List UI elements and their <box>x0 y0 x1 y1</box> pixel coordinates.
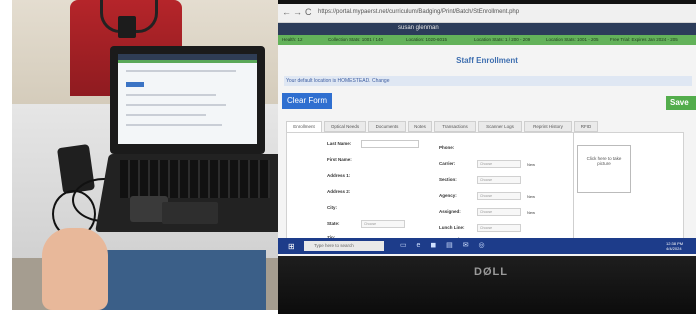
first-name-label: First Name: <box>327 157 352 162</box>
windows-taskbar: ⊞ Type here to search ▭ e ◼ ▤ ✉ ◎ 12:38 … <box>278 238 696 254</box>
status-item: Collection Stats: 1001 / 140 <box>328 37 384 42</box>
take-picture-text: Click here to take picture <box>586 156 622 166</box>
agency-new-link[interactable]: New <box>527 194 535 199</box>
status-item: Location Stats: 1001 - 205 <box>546 37 599 42</box>
photo-collage: ← → C https://portal.mypaerst.net/curric… <box>0 0 696 314</box>
status-item: Location: 1020-6015 <box>406 37 448 42</box>
carrier-label: Carrier: <box>439 161 456 166</box>
tab-reprint-history[interactable]: Reprint History <box>524 121 572 132</box>
tab-optical-needs[interactable]: Optical Needs <box>324 121 366 132</box>
classroom-photo <box>12 0 278 310</box>
windows-start-icon[interactable]: ⊞ <box>288 242 295 251</box>
address1-label: Address 1: <box>327 173 351 178</box>
last-name-label: Last Name: <box>327 141 352 146</box>
taskbar-clock[interactable]: 12:38 PM 4/4/2024 <box>666 241 683 251</box>
page-title: Staff Enrollment <box>456 56 518 65</box>
state-select[interactable]: Choose <box>361 220 405 228</box>
back-icon[interactable]: ← <box>282 7 291 17</box>
status-item: Location Stats: 1 / 200 - 209 <box>474 37 531 42</box>
assigned-select[interactable]: Choose <box>477 208 521 216</box>
touchpad <box>162 202 218 224</box>
tab-rfid[interactable]: RFID <box>574 121 598 132</box>
laptop-display <box>118 54 257 144</box>
clear-form-button[interactable]: Clear Form <box>282 93 332 109</box>
status-item: Free Trial: Expires Jan 2024 - 205 <box>610 37 678 42</box>
tab-transactions[interactable]: Transactions <box>434 121 476 132</box>
id-badge <box>118 16 136 38</box>
location-notice: Your default location is HOMESTEAD. Chan… <box>284 76 692 86</box>
tab-enrollment[interactable]: Enrollment <box>286 121 322 132</box>
take-picture-box[interactable]: Click here to take picture <box>577 145 631 193</box>
agency-select[interactable]: Choose <box>477 192 521 200</box>
address2-label: Address 2: <box>327 189 351 194</box>
city-label: City: <box>327 205 337 210</box>
enrollment-form: Last Name: First Name: Address 1: Addres… <box>286 132 684 242</box>
hand <box>42 228 108 310</box>
app-header: susan glenman <box>278 23 696 35</box>
assigned-new-link[interactable]: New <box>527 210 535 215</box>
status-item: Health: 12 <box>282 37 303 42</box>
location-text[interactable]: Your default location is HOMESTEAD. Chan… <box>286 78 389 84</box>
forward-icon[interactable]: → <box>293 7 302 17</box>
save-button[interactable]: Save <box>666 96 696 110</box>
lunch-line-select[interactable]: Choose <box>477 224 521 232</box>
section-select[interactable]: Choose <box>477 176 521 184</box>
monitor-bezel <box>278 256 696 314</box>
user-name[interactable]: susan glenman <box>398 25 439 31</box>
taskbar-app-icons[interactable]: ▭ e ◼ ▤ ✉ ◎ <box>400 241 489 249</box>
keyboard <box>120 160 270 198</box>
clock-date: 4/4/2024 <box>666 246 682 251</box>
phone-label: Phone: <box>439 145 455 150</box>
reload-icon[interactable]: C <box>305 7 312 17</box>
browser-window: ← → C https://portal.mypaerst.net/curric… <box>278 4 696 256</box>
monitor-closeup: ← → C https://portal.mypaerst.net/curric… <box>278 0 696 314</box>
seated-person-jeans <box>96 250 266 310</box>
browser-toolbar: ← → C https://portal.mypaerst.net/curric… <box>278 4 696 23</box>
column-divider <box>573 133 574 241</box>
assigned-label: Assigned: <box>439 209 461 214</box>
tab-notes[interactable]: Notes <box>408 121 432 132</box>
agency-label: Agency: <box>439 193 457 198</box>
dell-logo: DØLL <box>474 266 508 278</box>
carrier-select[interactable]: Choose <box>477 160 521 168</box>
tab-bar: Enrollment Optical Needs Documents Notes… <box>286 121 684 132</box>
taskbar-search-placeholder: Type here to search <box>314 243 354 248</box>
last-name-input[interactable] <box>361 140 419 148</box>
address-bar[interactable]: https://portal.mypaerst.net/curriculum/B… <box>318 9 519 15</box>
tab-scanner-logs[interactable]: Scanner Logs <box>478 121 522 132</box>
lunch-line-label: Lunch Line: <box>439 225 465 230</box>
carrier-new-link[interactable]: New <box>527 162 535 167</box>
state-label: State: <box>327 221 340 226</box>
section-label: Section: <box>439 177 457 182</box>
tab-documents[interactable]: Documents <box>368 121 406 132</box>
taskbar-search[interactable]: Type here to search <box>304 241 384 251</box>
status-bar: Health: 12 Collection Stats: 1001 / 140 … <box>278 35 696 45</box>
